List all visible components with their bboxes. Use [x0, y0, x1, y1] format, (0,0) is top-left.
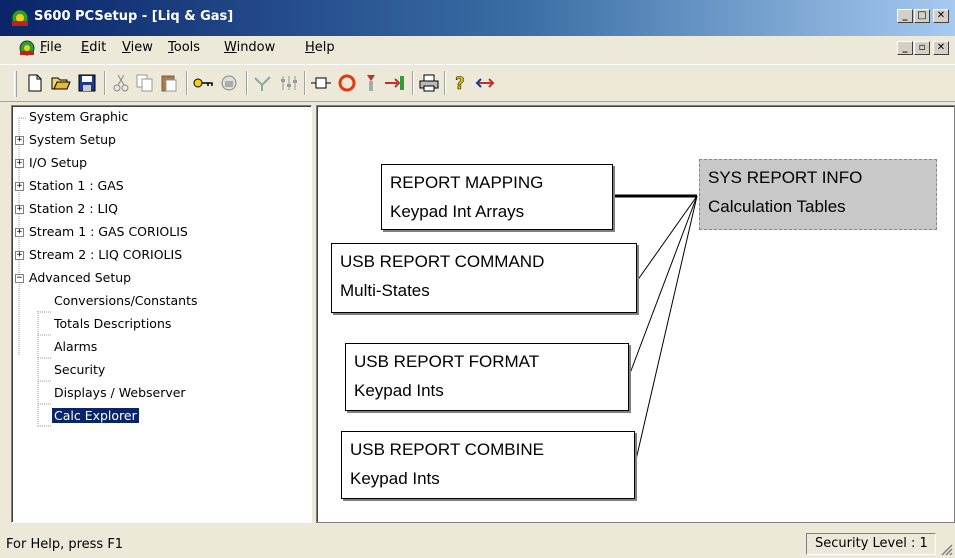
- toolbar: ?: [0, 64, 955, 102]
- minimize-button[interactable]: _: [897, 9, 913, 23]
- tree-item-system-graphic[interactable]: System Graphic: [29, 108, 128, 128]
- download-icon[interactable]: [360, 72, 382, 94]
- print-icon[interactable]: [418, 72, 440, 94]
- document-icon[interactable]: [18, 39, 36, 57]
- node-subtitle: Calculation Tables: [708, 197, 846, 216]
- usb-report-command-node[interactable]: USB REPORT COMMAND Multi-States: [331, 243, 637, 313]
- collapse-icon[interactable]: −: [15, 274, 24, 283]
- tree-item-station-2[interactable]: Station 2 : LIQ: [29, 200, 118, 220]
- sys-report-info-node[interactable]: SYS REPORT INFO Calculation Tables: [699, 159, 937, 230]
- calc-explorer-canvas: SYS REPORT INFO Calculation Tables REPOR…: [316, 105, 955, 523]
- node-title: USB REPORT COMBINE: [350, 440, 544, 459]
- status-bar: For Help, press F1 Security Level : 1: [0, 530, 955, 558]
- security-icon[interactable]: [218, 72, 240, 94]
- app-logo-icon: [11, 9, 29, 27]
- usb-report-combine-node[interactable]: USB REPORT COMBINE Keypad Ints: [341, 431, 635, 499]
- report-mapping-node[interactable]: REPORT MAPPING Keypad Int Arrays: [381, 164, 613, 230]
- tree-item-io-setup[interactable]: I/O Setup: [29, 154, 87, 174]
- navigation-tree: System Graphic + System Setup + I/O Setu…: [11, 105, 312, 523]
- node-title: REPORT MAPPING: [390, 173, 544, 192]
- menu-window[interactable]: Window: [224, 40, 275, 55]
- tree-item-calc-explorer[interactable]: Calc Explorer: [52, 407, 139, 427]
- expand-icon[interactable]: +: [15, 228, 24, 237]
- tree-item-station-1[interactable]: Station 1 : GAS: [29, 177, 124, 197]
- connect-icon[interactable]: [252, 72, 274, 94]
- mdi-close-button[interactable]: ✕: [933, 41, 949, 55]
- maximize-button[interactable]: □: [914, 9, 930, 23]
- open-icon[interactable]: [50, 72, 72, 94]
- security-level-panel: Security Level : 1: [806, 533, 936, 555]
- help-icon[interactable]: ?: [450, 72, 472, 94]
- stop-icon[interactable]: [336, 72, 358, 94]
- tune-icon[interactable]: [278, 72, 300, 94]
- expand-icon[interactable]: +: [15, 182, 24, 191]
- paste-icon[interactable]: [158, 72, 180, 94]
- expand-icon[interactable]: +: [15, 159, 24, 168]
- expand-icon[interactable]: +: [15, 251, 24, 260]
- menu-edit[interactable]: Edit: [81, 40, 106, 55]
- usb-report-format-node[interactable]: USB REPORT FORMAT Keypad Ints: [345, 343, 629, 411]
- tree-item-system-setup[interactable]: System Setup: [29, 131, 116, 151]
- menu-help[interactable]: Help: [305, 40, 335, 55]
- node-subtitle: Multi-States: [340, 281, 430, 300]
- close-button[interactable]: ✕: [933, 9, 949, 23]
- save-icon[interactable]: [76, 72, 98, 94]
- tree-item-totals-descriptions[interactable]: Totals Descriptions: [54, 315, 171, 335]
- expand-icon[interactable]: +: [15, 136, 24, 145]
- menu-bar: File Edit View Tools Window Help _ ▫ ✕: [0, 36, 955, 60]
- tree-item-advanced-setup[interactable]: Advanced Setup: [29, 269, 131, 289]
- mdi-minimize-button[interactable]: _: [897, 41, 913, 55]
- toolbar-grip[interactable]: [14, 71, 17, 97]
- upload-icon[interactable]: [384, 72, 406, 94]
- link-icon[interactable]: [310, 72, 332, 94]
- node-subtitle: Keypad Ints: [354, 381, 444, 400]
- cut-icon[interactable]: [110, 72, 132, 94]
- tree-item-stream-1[interactable]: Stream 1 : GAS CORIOLIS: [29, 223, 188, 243]
- key-icon[interactable]: [192, 72, 214, 94]
- new-icon[interactable]: [24, 72, 46, 94]
- mdi-restore-button[interactable]: ▫: [914, 41, 930, 55]
- tree-item-conversions[interactable]: Conversions/Constants: [54, 292, 198, 312]
- window-title: S600 PCSetup - [Liq & Gas]: [34, 9, 234, 24]
- tree-item-alarms[interactable]: Alarms: [54, 338, 97, 358]
- node-subtitle: Keypad Ints: [350, 469, 440, 488]
- menu-tools[interactable]: Tools: [168, 40, 200, 55]
- expand-icon[interactable]: +: [15, 205, 24, 214]
- size-grip-icon[interactable]: [939, 542, 953, 556]
- svg-text:?: ?: [455, 74, 465, 93]
- menu-view[interactable]: View: [122, 40, 153, 55]
- title-bar[interactable]: S600 PCSetup - [Liq & Gas] _ □ ✕: [0, 0, 955, 36]
- node-subtitle: Keypad Int Arrays: [390, 202, 525, 221]
- swap-icon[interactable]: [474, 72, 496, 94]
- node-title: SYS REPORT INFO: [708, 168, 863, 187]
- tree-item-displays-webserver[interactable]: Displays / Webserver: [54, 384, 186, 404]
- copy-icon[interactable]: [134, 72, 156, 94]
- menu-file[interactable]: File: [40, 40, 62, 55]
- status-help-text: For Help, press F1: [6, 537, 124, 552]
- node-title: USB REPORT FORMAT: [354, 352, 540, 371]
- app-window: S600 PCSetup - [Liq & Gas] _ □ ✕ File Ed…: [0, 0, 955, 558]
- node-title: USB REPORT COMMAND: [340, 252, 545, 271]
- tree-item-security[interactable]: Security: [54, 361, 105, 381]
- tree-item-stream-2[interactable]: Stream 2 : LIQ CORIOLIS: [29, 246, 182, 266]
